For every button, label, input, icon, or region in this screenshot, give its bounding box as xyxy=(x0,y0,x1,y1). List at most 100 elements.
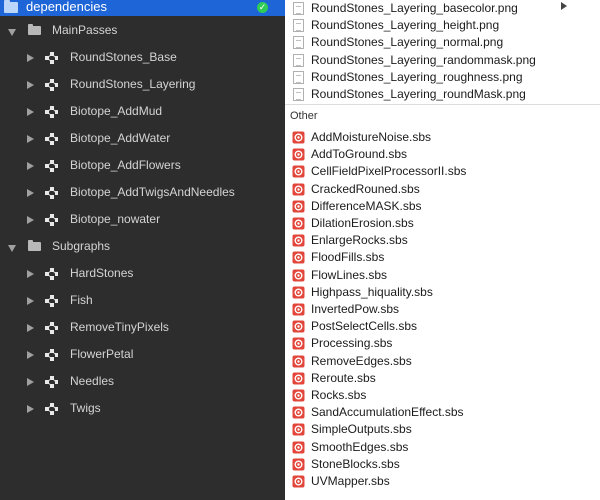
substance-file-icon xyxy=(292,320,305,333)
substance-file-icon xyxy=(292,337,305,350)
file-name: FloodFills.sbs xyxy=(311,250,385,265)
image-file-row[interactable]: RoundStones_Layering_randommask.png xyxy=(285,52,600,69)
image-file-icon xyxy=(293,19,304,33)
sbs-file-row[interactable]: SimpleOutputs.sbs xyxy=(285,421,600,438)
sbs-file-row[interactable]: CrackedRouned.sbs xyxy=(285,181,600,198)
substance-file-icon xyxy=(292,234,305,247)
tree-item[interactable]: Twigs xyxy=(0,399,285,419)
tree-item-label: Biotope_AddFlowers xyxy=(70,158,181,172)
sbs-file-row[interactable]: SmoothEdges.sbs xyxy=(285,439,600,456)
substance-file-icon xyxy=(292,148,305,161)
file-name: Reroute.sbs xyxy=(311,370,376,385)
file-name: RoundStones_Layering_randommask.png xyxy=(311,52,536,67)
chevron-right-icon[interactable] xyxy=(27,81,34,89)
graph-icon xyxy=(44,402,59,416)
tree-item[interactable]: Fish xyxy=(0,291,285,311)
chevron-right-icon[interactable] xyxy=(27,108,34,116)
substance-file-icon xyxy=(292,389,305,402)
substance-file-icon xyxy=(292,355,305,368)
tree-item[interactable]: RoundStones_Layering xyxy=(0,75,285,95)
substance-file-icon xyxy=(292,406,305,419)
chevron-right-icon[interactable] xyxy=(27,351,34,359)
tree-item-label: Needles xyxy=(70,374,115,388)
substance-file-icon xyxy=(292,269,305,282)
image-file-row[interactable]: RoundStones_Layering_roughness.png xyxy=(285,69,600,86)
sbs-file-row[interactable]: DifferenceMASK.sbs xyxy=(285,198,600,215)
substance-file-icon xyxy=(292,131,305,144)
sbs-file-row[interactable]: AddToGround.sbs xyxy=(285,146,600,163)
tree-item-label: Biotope_AddMud xyxy=(70,104,163,118)
substance-file-icon xyxy=(292,217,305,230)
file-name: DifferenceMASK.sbs xyxy=(311,198,422,213)
file-name: CrackedRouned.sbs xyxy=(311,181,420,196)
chevron-right-icon[interactable] xyxy=(27,135,34,143)
file-name: RemoveEdges.sbs xyxy=(311,353,412,368)
sbs-file-row[interactable]: Processing.sbs xyxy=(285,335,600,352)
sbs-file-row[interactable]: Rocks.sbs xyxy=(285,387,600,404)
sbs-file-row[interactable]: DilationErosion.sbs xyxy=(285,215,600,232)
chevron-down-icon[interactable] xyxy=(8,29,16,36)
tree-group-0[interactable]: MainPasses xyxy=(0,21,285,41)
sbs-file-row[interactable]: Reroute.sbs xyxy=(285,370,600,387)
file-name: CellFieldPixelProcessorII.sbs xyxy=(311,164,467,179)
selected-folder-row[interactable]: dependencies ✓ xyxy=(0,0,285,16)
chevron-right-icon[interactable] xyxy=(27,405,34,413)
chevron-right-icon[interactable] xyxy=(27,216,34,224)
chevron-right-icon[interactable] xyxy=(27,162,34,170)
tree-group-1[interactable]: Subgraphs xyxy=(0,237,285,257)
graph-icon xyxy=(44,294,59,308)
sbs-file-row[interactable]: FloodFills.sbs xyxy=(285,249,600,266)
chevron-down-icon[interactable] xyxy=(8,245,16,252)
tree-item[interactable]: Biotope_AddMud xyxy=(0,102,285,122)
tree-item-label: Twigs xyxy=(70,401,101,415)
image-file-row[interactable]: RoundStones_Layering_roundMask.png xyxy=(285,86,600,103)
sbs-file-row[interactable]: InvertedPow.sbs xyxy=(285,301,600,318)
graph-icon xyxy=(44,105,59,119)
chevron-right-icon[interactable] xyxy=(27,324,34,332)
substance-file-icon xyxy=(292,372,305,385)
file-name: UVMapper.sbs xyxy=(311,474,390,488)
sbs-file-row[interactable]: FlowLines.sbs xyxy=(285,267,600,284)
sbs-file-row[interactable]: StoneBlocks.sbs xyxy=(285,456,600,473)
tree-item[interactable]: RemoveTinyPixels xyxy=(0,318,285,338)
substance-file-icon xyxy=(292,441,305,454)
sbs-file-row[interactable]: AddMoistureNoise.sbs xyxy=(285,129,600,146)
graph-icon xyxy=(44,132,59,146)
other-section-label: Other xyxy=(290,110,318,122)
graph-icon xyxy=(44,213,59,227)
chevron-right-icon[interactable] xyxy=(27,378,34,386)
folder-icon xyxy=(28,24,41,35)
graph-icon xyxy=(44,348,59,362)
substance-file-icon xyxy=(292,423,305,436)
graph-icon xyxy=(44,321,59,335)
sbs-file-row[interactable]: SandAccumulationEffect.sbs xyxy=(285,404,600,421)
file-name: Processing.sbs xyxy=(311,336,393,351)
tree-group-label: MainPasses xyxy=(52,23,118,37)
sbs-file-row[interactable]: UVMapper.sbs xyxy=(285,473,600,490)
folder-title: dependencies xyxy=(26,0,107,14)
sbs-file-row[interactable]: RemoveEdges.sbs xyxy=(285,353,600,370)
tree-item[interactable]: Biotope_AddFlowers xyxy=(0,156,285,176)
chevron-right-icon[interactable] xyxy=(27,270,34,278)
sbs-file-row[interactable]: PostSelectCells.sbs xyxy=(285,318,600,335)
image-file-row[interactable]: RoundStones_Layering_basecolor.png xyxy=(285,0,600,17)
chevron-right-icon[interactable] xyxy=(27,297,34,305)
chevron-right-icon[interactable] xyxy=(27,54,34,62)
sbs-file-row[interactable]: Highpass_hiquality.sbs xyxy=(285,284,600,301)
image-file-row[interactable]: RoundStones_Layering_normal.png xyxy=(285,34,600,51)
tree-item[interactable]: Biotope_nowater xyxy=(0,210,285,230)
tree-item[interactable]: HardStones xyxy=(0,264,285,284)
graph-icon xyxy=(44,51,59,65)
tree-item[interactable]: Needles xyxy=(0,372,285,392)
sbs-file-row[interactable]: EnlargeRocks.sbs xyxy=(285,232,600,249)
chevron-right-icon[interactable] xyxy=(27,189,34,197)
file-name: EnlargeRocks.sbs xyxy=(311,233,408,248)
tree-item[interactable]: FlowerPetal xyxy=(0,345,285,365)
sbs-file-row[interactable]: CellFieldPixelProcessorII.sbs xyxy=(285,163,600,180)
tree-item[interactable]: RoundStones_Base xyxy=(0,48,285,68)
tree-item[interactable]: Biotope_AddWater xyxy=(0,129,285,149)
file-name: RoundStones_Layering_height.png xyxy=(311,18,500,33)
image-file-row[interactable]: RoundStones_Layering_height.png xyxy=(285,17,600,34)
image-file-icon xyxy=(293,88,304,101)
tree-item[interactable]: Biotope_AddTwigsAndNeedles xyxy=(0,183,285,203)
